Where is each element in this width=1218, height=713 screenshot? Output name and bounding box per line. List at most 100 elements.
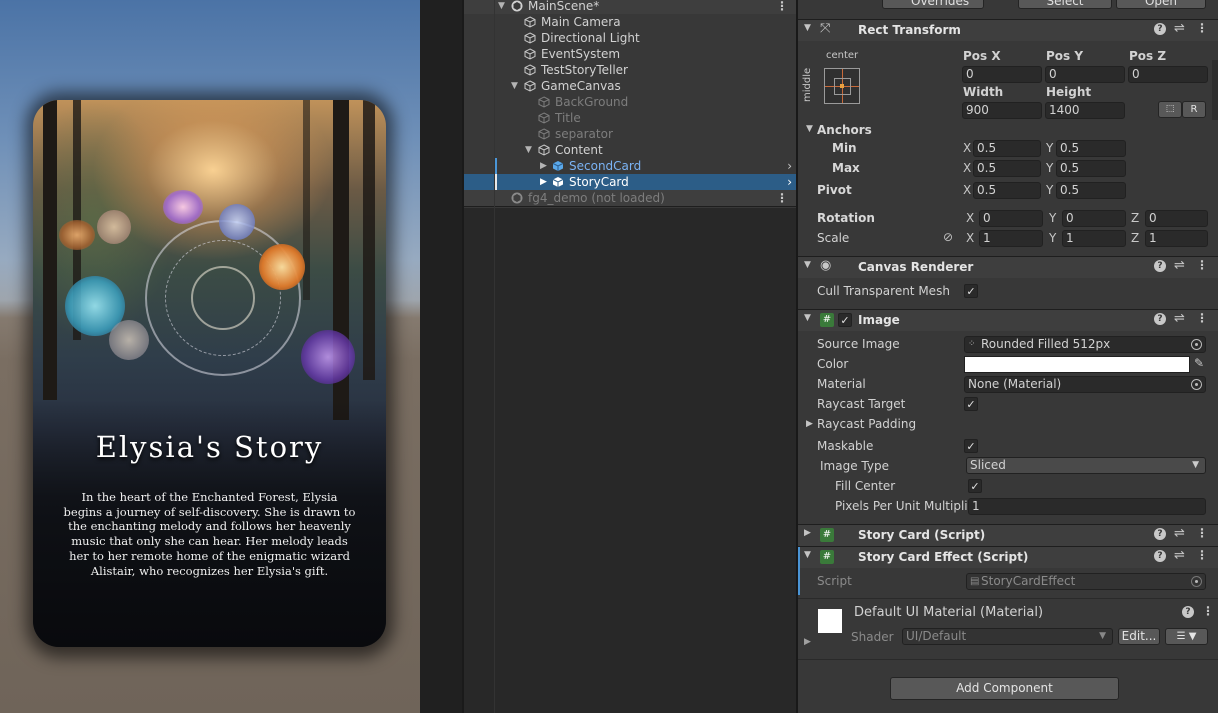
width-field[interactable]: 900 (962, 102, 1042, 119)
more-icon[interactable]: ⋮ (776, 0, 788, 14)
fold-right-icon[interactable]: ▶ (540, 174, 547, 190)
image-header[interactable]: ▼ # ✓ Image ? ⇌ ⋮ (798, 309, 1218, 331)
canvas-renderer-header[interactable]: ▼ ◉ Canvas Renderer ? ⇌ ⋮ (798, 256, 1218, 278)
fold-down-icon[interactable]: ▼ (806, 124, 813, 134)
scene-row[interactable]: ▼ MainScene* ⋮ (464, 0, 796, 14)
chevron-right-icon[interactable]: › (787, 174, 792, 190)
shader-options-button[interactable]: ☰ ▼ (1165, 628, 1208, 645)
pos-z-field[interactable]: 0 (1128, 66, 1208, 83)
raycast-padding-label[interactable]: Raycast Padding (817, 417, 916, 431)
source-image-field[interactable]: ⁘ Rounded Filled 512px (964, 336, 1206, 353)
more-icon[interactable]: ⋮ (1196, 526, 1208, 540)
fold-down-icon[interactable]: ▼ (804, 550, 811, 560)
fold-down-icon[interactable]: ▼ (498, 0, 505, 14)
scale-z-field[interactable]: 1 (1145, 230, 1208, 247)
presets-icon[interactable]: ⇌ (1174, 548, 1185, 563)
select-label: Select (1046, 0, 1084, 8)
hierarchy-item-directional-light[interactable]: Directional Light (464, 30, 796, 46)
help-icon[interactable]: ? (1154, 23, 1166, 35)
fold-right-icon[interactable]: ▶ (804, 528, 811, 538)
help-icon[interactable]: ? (1154, 260, 1166, 272)
object-picker-icon[interactable] (1191, 339, 1202, 350)
divider (798, 659, 1218, 660)
presets-icon[interactable]: ⇌ (1174, 311, 1185, 326)
story-card[interactable]: Elysia's Story In the heart of the Encha… (33, 100, 386, 647)
story-card-effect-header[interactable]: ▼ # Story Card Effect (Script) ? ⇌ ⋮ (798, 546, 1218, 569)
color-swatch[interactable] (964, 356, 1190, 373)
anchor-preset-button[interactable] (824, 68, 860, 104)
raycast-target-checkbox[interactable]: ✓ (964, 397, 978, 411)
overrides-dropdown[interactable]: Overrides (882, 0, 984, 9)
help-icon[interactable]: ? (1182, 606, 1194, 618)
blueprint-mode-button[interactable]: ⬚ (1158, 101, 1182, 118)
fold-down-icon[interactable]: ▼ (804, 313, 811, 323)
anchor-max-x-field[interactable]: 0.5 (973, 160, 1041, 177)
pivot-y-field[interactable]: 0.5 (1056, 182, 1126, 199)
presets-icon[interactable]: ⇌ (1174, 258, 1185, 273)
pos-x-field[interactable]: 0 (962, 66, 1042, 83)
hierarchy-item-eventsystem[interactable]: EventSystem (464, 46, 796, 62)
fold-down-icon[interactable]: ▼ (525, 142, 532, 158)
pixels-per-unit-field[interactable]: 1 (968, 498, 1206, 515)
help-icon[interactable]: ? (1154, 550, 1166, 562)
component-title: Image (858, 313, 900, 327)
raw-edit-button[interactable]: R (1182, 101, 1206, 118)
help-icon[interactable]: ? (1154, 313, 1166, 325)
select-button[interactable]: Select (1018, 0, 1112, 9)
fold-down-icon[interactable]: ▼ (804, 23, 811, 33)
image-type-dropdown[interactable]: Sliced ▼ (966, 457, 1206, 474)
more-icon[interactable]: ⋮ (776, 190, 788, 206)
story-card-header[interactable]: ▶ # Story Card (Script) ? ⇌ ⋮ (798, 524, 1218, 546)
shader-dropdown[interactable]: UI/Default ▼ (902, 628, 1113, 645)
object-picker-icon[interactable] (1191, 379, 1202, 390)
anchor-min-x-field[interactable]: 0.5 (973, 140, 1041, 157)
anchor-max-y-field[interactable]: 0.5 (1056, 160, 1126, 177)
material-field[interactable]: None (Material) (964, 376, 1206, 393)
anchor-min-y-field[interactable]: 0.5 (1056, 140, 1126, 157)
maskable-checkbox[interactable]: ✓ (964, 439, 978, 453)
open-button[interactable]: Open (1116, 0, 1206, 9)
help-icon[interactable]: ? (1154, 528, 1166, 540)
chevron-right-icon[interactable]: › (787, 158, 792, 174)
hierarchy-item-content[interactable]: ▼ Content (464, 142, 796, 158)
fold-right-icon[interactable]: ▶ (540, 158, 547, 174)
overrides-label: Overrides (911, 0, 970, 8)
height-field[interactable]: 1400 (1045, 102, 1125, 119)
pivot-x-field[interactable]: 0.5 (973, 182, 1041, 199)
hierarchy-item-main-camera[interactable]: Main Camera (464, 14, 796, 30)
hierarchy-item-separator[interactable]: separator (464, 126, 796, 142)
fold-right-icon[interactable]: ▶ (806, 419, 813, 429)
presets-icon[interactable]: ⇌ (1174, 21, 1185, 36)
scale-x-field[interactable]: 1 (979, 230, 1043, 247)
rotation-x-field[interactable]: 0 (979, 210, 1043, 227)
hierarchy-item-storycard[interactable]: ▶ StoryCard › (464, 174, 796, 190)
eyedropper-icon[interactable]: ✎ (1194, 356, 1204, 370)
hierarchy-item-secondcard[interactable]: ▶ SecondCard › (464, 158, 796, 174)
more-icon[interactable]: ⋮ (1196, 548, 1208, 562)
rotation-z-field[interactable]: 0 (1145, 210, 1208, 227)
fill-center-checkbox[interactable]: ✓ (968, 479, 982, 493)
fold-right-icon[interactable]: ▶ (804, 637, 811, 647)
scale-y-field[interactable]: 1 (1062, 230, 1126, 247)
more-icon[interactable]: ⋮ (1202, 604, 1214, 618)
hierarchy-item-title[interactable]: Title (464, 110, 796, 126)
more-icon[interactable]: ⋮ (1196, 21, 1208, 35)
pos-y-field[interactable]: 0 (1045, 66, 1125, 83)
presets-icon[interactable]: ⇌ (1174, 526, 1185, 541)
constrain-proportions-icon[interactable]: ⊘ (943, 230, 953, 244)
rect-transform-header[interactable]: ▼ ⤧ Rect Transform ? ⇌ ⋮ (798, 19, 1218, 41)
hierarchy-item-gamecanvas[interactable]: ▼ GameCanvas (464, 78, 796, 94)
fold-down-icon[interactable]: ▼ (804, 260, 811, 270)
edit-shader-button[interactable]: Edit... (1118, 628, 1160, 645)
fold-down-icon[interactable]: ▼ (511, 78, 518, 94)
hierarchy-item-teststoryteller[interactable]: TestStoryTeller (464, 62, 796, 78)
image-enabled-checkbox[interactable]: ✓ (838, 313, 852, 327)
inspector-scrollbar[interactable] (1212, 60, 1218, 120)
more-icon[interactable]: ⋮ (1196, 311, 1208, 325)
add-component-button[interactable]: Add Component (890, 677, 1119, 700)
cull-transparent-mesh-checkbox[interactable]: ✓ (964, 284, 978, 298)
more-icon[interactable]: ⋮ (1196, 258, 1208, 272)
rotation-y-field[interactable]: 0 (1062, 210, 1126, 227)
hierarchy-item-background[interactable]: BackGround (464, 94, 796, 110)
scene-row-unloaded[interactable]: fg4_demo (not loaded) ⋮ (464, 190, 796, 206)
